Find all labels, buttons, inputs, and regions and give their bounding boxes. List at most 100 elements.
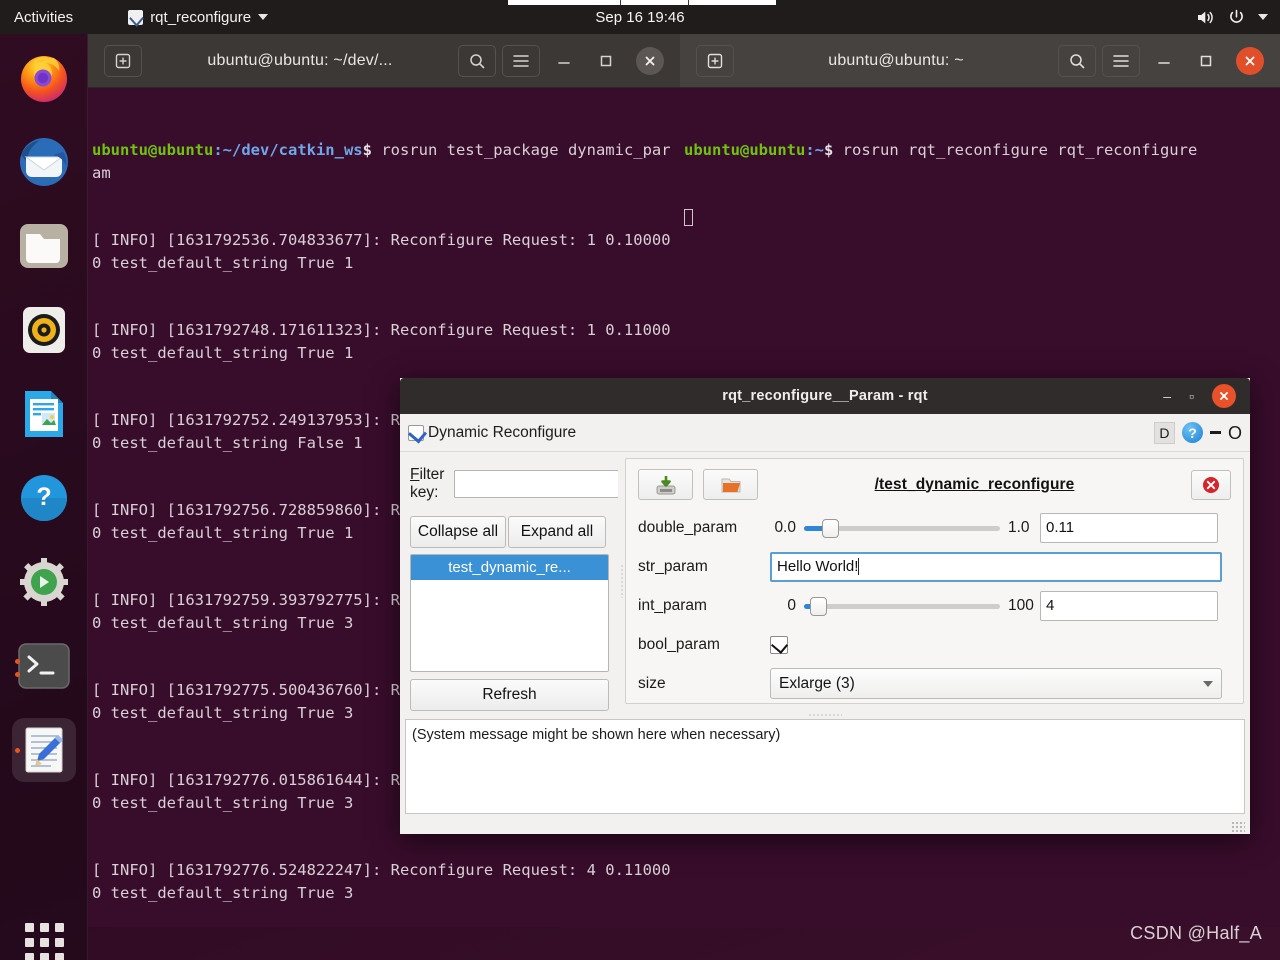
resize-grip[interactable] bbox=[1231, 821, 1245, 833]
horizontal-splitter-handle[interactable] bbox=[400, 710, 1250, 719]
running-indicator-dot bbox=[15, 659, 20, 664]
maximize-icon[interactable] bbox=[588, 45, 624, 77]
param-min-int: 0 bbox=[787, 596, 796, 614]
save-to-disk-icon[interactable] bbox=[638, 469, 693, 500]
param-row-str: str_param Hello World! bbox=[638, 547, 1231, 586]
slider-handle[interactable] bbox=[822, 518, 839, 538]
param-value-double[interactable] bbox=[1040, 512, 1218, 543]
system-message-text: (System message might be shown here when… bbox=[412, 727, 781, 743]
rqt-app-icon bbox=[128, 9, 144, 25]
close-circle-icon[interactable] bbox=[1191, 469, 1231, 500]
dock-item-libreoffice-writer[interactable] bbox=[12, 382, 76, 446]
dock-item-thunderbird[interactable] bbox=[12, 130, 76, 194]
dock-item-files[interactable] bbox=[12, 214, 76, 278]
search-icon[interactable] bbox=[1058, 44, 1096, 77]
rqt-statusbar bbox=[400, 814, 1250, 836]
search-icon[interactable] bbox=[458, 44, 496, 77]
param-value-bool-checkbox[interactable] bbox=[770, 635, 788, 654]
system-status-area[interactable] bbox=[1196, 0, 1268, 34]
terminal-cursor-line bbox=[684, 207, 1276, 230]
prompt-user: ubuntu@ubuntu bbox=[684, 141, 806, 159]
firefox-icon bbox=[21, 56, 67, 102]
new-tab-icon[interactable] bbox=[696, 44, 734, 77]
node-list[interactable]: test_dynamic_re... bbox=[410, 554, 609, 672]
dock-item-software-updater[interactable] bbox=[12, 550, 76, 614]
minimize-icon[interactable] bbox=[546, 45, 582, 77]
vertical-splitter-handle[interactable] bbox=[618, 452, 625, 710]
prompt-path: :~/dev/catkin_ws bbox=[213, 141, 363, 159]
plugin-enable-checkbox[interactable] bbox=[408, 424, 424, 441]
list-item[interactable]: test_dynamic_re... bbox=[411, 555, 608, 580]
dock-item-rhythmbox[interactable] bbox=[12, 298, 76, 362]
help-icon[interactable]: ? bbox=[1181, 422, 1203, 443]
plugin-content: Filter key: Collapse all Expand all test… bbox=[400, 452, 1250, 711]
rqt-body: Dynamic Reconfigure D ? O Filter key: Co… bbox=[400, 414, 1250, 834]
terminal-title-right: ubuntu@ubuntu: ~ bbox=[828, 51, 964, 69]
power-icon bbox=[1228, 9, 1245, 26]
show-applications-button[interactable] bbox=[20, 918, 68, 960]
plugin-minimize-icon[interactable] bbox=[1209, 431, 1221, 434]
rhythmbox-icon bbox=[23, 307, 65, 353]
active-app-label: rqt_reconfigure bbox=[150, 8, 252, 26]
help-icon: ? bbox=[21, 475, 67, 521]
selected-node-name[interactable]: /test_dynamic_reconfigure bbox=[768, 476, 1181, 494]
parameter-toolbar: /test_dynamic_reconfigure bbox=[638, 469, 1231, 500]
terminal-prompt-line: ubuntu@ubuntu:~$ rosrun rqt_reconfigure … bbox=[684, 139, 1276, 162]
param-label-int: int_param bbox=[638, 596, 707, 614]
desktop-screen: Activities rqt_reconfigure Sep 16 19:46 bbox=[0, 0, 1280, 960]
thunderbird-icon bbox=[20, 138, 68, 186]
close-icon[interactable] bbox=[636, 46, 664, 75]
plugin-close-icon[interactable]: O bbox=[1228, 424, 1242, 442]
active-app-menu[interactable]: rqt_reconfigure bbox=[128, 8, 269, 26]
param-slider-double[interactable] bbox=[804, 518, 1000, 538]
dock-item-terminal[interactable] bbox=[12, 634, 76, 698]
libreoffice-writer-icon bbox=[25, 391, 63, 437]
prompt-symbol: $ bbox=[824, 141, 843, 159]
prompt-symbol: $ bbox=[362, 141, 382, 159]
minimize-icon[interactable] bbox=[1146, 45, 1182, 77]
watermark: CSDN @Half_A bbox=[1130, 923, 1262, 943]
refresh-button[interactable]: Refresh bbox=[410, 679, 609, 711]
rqt-reconfigure-window: rqt_reconfigure__Param - rqt – ▫ Dynamic… bbox=[400, 378, 1250, 834]
param-value-int[interactable] bbox=[1040, 590, 1218, 621]
activities-button[interactable]: Activities bbox=[14, 9, 73, 26]
terminal-log-line: [ INFO] [1631792776.524822247]: Reconfig… bbox=[92, 861, 671, 902]
param-max-double: 1.0 bbox=[1008, 518, 1030, 536]
terminal-titlebar-left: ubuntu@ubuntu: ~/dev/... bbox=[88, 34, 680, 88]
ubuntu-dock: ? bbox=[0, 34, 88, 960]
param-value-size-select[interactable]: Exlarge (3) bbox=[770, 668, 1222, 699]
param-label-str: str_param bbox=[638, 557, 708, 575]
dock-widget-button[interactable]: D bbox=[1153, 421, 1175, 444]
new-tab-icon[interactable] bbox=[104, 44, 142, 77]
slider-handle[interactable] bbox=[810, 596, 827, 616]
hamburger-menu-icon[interactable] bbox=[502, 44, 540, 77]
param-slider-int[interactable] bbox=[804, 596, 1000, 616]
text-editor-icon bbox=[25, 727, 63, 773]
param-value-str[interactable]: Hello World! bbox=[770, 551, 1222, 582]
terminal-log-line: [ INFO] [1631792536.704833677]: Reconfig… bbox=[92, 231, 671, 272]
open-folder-icon[interactable] bbox=[703, 469, 758, 500]
dock-item-firefox[interactable] bbox=[12, 46, 76, 110]
dock-item-text-editor[interactable] bbox=[12, 718, 76, 782]
refresh-button-label: Refresh bbox=[482, 686, 537, 703]
filter-key-label: Filter key: bbox=[410, 466, 445, 501]
maximize-icon[interactable] bbox=[1188, 45, 1224, 77]
svg-text:?: ? bbox=[36, 483, 51, 511]
rqt-window-title: rqt_reconfigure__Param - rqt bbox=[722, 388, 928, 404]
param-row-bool: bool_param bbox=[638, 625, 1231, 664]
terminal-icon bbox=[18, 643, 70, 689]
param-label-size: size bbox=[638, 674, 666, 692]
terminal-window-controls-right bbox=[1058, 44, 1280, 77]
terminal-log-line: [ INFO] [1631792748.171611323]: Reconfig… bbox=[92, 321, 671, 362]
tree-control-buttons: Collapse all Expand all bbox=[410, 516, 609, 548]
filter-key-input[interactable] bbox=[454, 470, 646, 498]
system-message-area[interactable]: (System message might be shown here when… bbox=[405, 719, 1245, 814]
hamburger-menu-icon[interactable] bbox=[1102, 44, 1140, 77]
close-icon[interactable] bbox=[1236, 46, 1264, 75]
expand-all-button[interactable]: Expand all bbox=[508, 516, 606, 548]
prompt-path: :~ bbox=[805, 141, 824, 159]
dock-item-help[interactable]: ? bbox=[12, 466, 76, 530]
parameter-group-box: /test_dynamic_reconfigure double_param 0… bbox=[625, 458, 1244, 704]
collapse-all-button[interactable]: Collapse all bbox=[410, 516, 506, 548]
rqt-titlebar[interactable]: rqt_reconfigure__Param - rqt – ▫ bbox=[400, 378, 1250, 414]
